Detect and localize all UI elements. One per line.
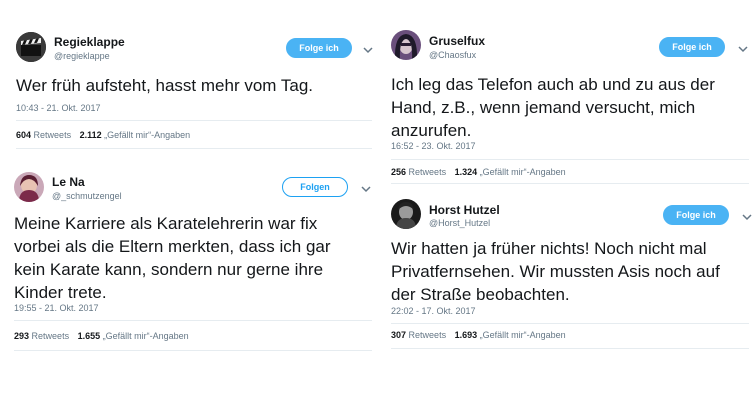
like-count[interactable]: 1.655 <box>78 331 101 341</box>
follow-button[interactable]: Folgen <box>282 177 348 197</box>
display-name[interactable]: Regieklappe <box>54 35 125 49</box>
tweet-text-line: Hand, z.B., wenn jemand versucht, mich <box>391 98 696 117</box>
tweet-text: Ich leg das Telefon auch ab und zu aus d… <box>391 73 715 142</box>
likes-label[interactable]: „Gefällt mir“-Angaben <box>480 167 566 177</box>
divider <box>16 120 372 121</box>
tweet-card-le-na: Le Na @_schmutzengel Folgen Meine Karrie… <box>14 172 374 354</box>
tweet-text-line: kein Karate kann, sondern nur gerne ihre <box>14 260 324 279</box>
tweet-text: Wer früh aufsteht, hasst mehr vom Tag. <box>16 74 313 97</box>
like-count[interactable]: 1.693 <box>455 330 478 340</box>
retweet-count[interactable]: 307 <box>391 330 406 340</box>
chevron-down-icon[interactable] <box>737 43 749 55</box>
tweet-text-line: Kinder trete. <box>14 283 107 302</box>
likes-label[interactable]: „Gefällt mir“-Angaben <box>480 330 566 340</box>
divider <box>391 159 749 160</box>
tweet-text-line: Privatfernsehen. Wir mussten Asis noch a… <box>391 262 720 281</box>
tweet-text: Wir hatten ja früher nichts! Noch nicht … <box>391 237 720 306</box>
divider <box>391 348 749 349</box>
like-count[interactable]: 1.324 <box>455 167 478 177</box>
retweets-label[interactable]: Retweets <box>34 130 72 140</box>
engagement-stats: 307 Retweets 1.693 „Gefällt mir“-Angaben <box>391 330 566 340</box>
avatar[interactable] <box>16 32 46 62</box>
retweets-label[interactable]: Retweets <box>409 167 447 177</box>
user-avatar <box>14 172 44 202</box>
display-name[interactable]: Gruselfux <box>429 34 485 48</box>
tweet-card-horst-hutzel: Horst Hutzel @Horst_Hutzel Folge ich Wir… <box>391 199 753 349</box>
tweet-text-line: vorbei als die Eltern merkten, dass ich … <box>14 237 331 256</box>
display-name[interactable]: Horst Hutzel <box>429 203 500 217</box>
tweet-text-line: Meine Karriere als Karatelehrerin war fi… <box>14 214 318 233</box>
tweet-text-line: anzurufen. <box>391 121 472 140</box>
retweet-count[interactable]: 256 <box>391 167 406 177</box>
engagement-stats: 256 Retweets 1.324 „Gefällt mir“-Angaben <box>391 167 566 177</box>
divider <box>14 350 372 351</box>
avatar[interactable] <box>14 172 44 202</box>
retweet-count[interactable]: 293 <box>14 331 29 341</box>
like-count[interactable]: 2.112 <box>80 130 102 140</box>
timestamp[interactable]: 19:55 - 21. Okt. 2017 <box>14 303 99 313</box>
user-handle[interactable]: @_schmutzengel <box>52 191 122 201</box>
follow-button[interactable]: Folge ich <box>659 37 725 57</box>
follow-button[interactable]: Folge ich <box>286 38 352 58</box>
retweets-label[interactable]: Retweets <box>409 330 447 340</box>
chevron-down-icon[interactable] <box>741 211 753 223</box>
display-name[interactable]: Le Na <box>52 175 85 189</box>
chevron-down-icon[interactable] <box>360 183 372 195</box>
tweet-text: Meine Karriere als Karatelehrerin war fi… <box>14 212 331 304</box>
tweet-text-line: Ich leg das Telefon auch ab und zu aus d… <box>391 75 715 94</box>
retweet-count[interactable]: 604 <box>16 130 31 140</box>
user-handle[interactable]: @Chaosfux <box>429 50 476 60</box>
divider <box>391 183 749 184</box>
engagement-stats: 604 Retweets 2.112 „Gefällt mir“-Angaben <box>16 130 190 140</box>
timestamp[interactable]: 22:02 - 17. Okt. 2017 <box>391 306 476 316</box>
avatar[interactable] <box>391 30 421 60</box>
likes-label[interactable]: „Gefällt mir“-Angaben <box>104 130 190 140</box>
divider <box>391 323 749 324</box>
retweets-label[interactable]: Retweets <box>32 331 70 341</box>
avatar[interactable] <box>391 199 421 229</box>
likes-label[interactable]: „Gefällt mir“-Angaben <box>103 331 189 341</box>
tweet-text-line: der Straße beobachten. <box>391 285 570 304</box>
divider <box>16 148 372 149</box>
user-avatar <box>391 199 421 229</box>
user-handle[interactable]: @Horst_Hutzel <box>429 218 490 228</box>
divider <box>14 320 372 321</box>
tweet-card-regieklappe: Regieklappe @regieklappe Folge ich Wer f… <box>16 32 374 152</box>
engagement-stats: 293 Retweets 1.655 „Gefällt mir“-Angaben <box>14 331 189 341</box>
timestamp[interactable]: 10:43 - 21. Okt. 2017 <box>16 103 101 113</box>
tweet-text-line: Wer früh aufsteht, hasst mehr vom Tag. <box>16 76 314 95</box>
timestamp[interactable]: 16:52 - 23. Okt. 2017 <box>391 141 476 151</box>
tweet-card-gruselfux: Gruselfux @Chaosfux Folge ich Ich leg da… <box>391 30 751 184</box>
user-avatar <box>391 30 421 60</box>
follow-button[interactable]: Folge ich <box>663 205 729 225</box>
clapperboard-avatar <box>16 32 46 62</box>
user-handle[interactable]: @regieklappe <box>54 51 110 61</box>
chevron-down-icon[interactable] <box>362 44 374 56</box>
tweet-text-line: Wir hatten ja früher nichts! Noch nicht … <box>391 239 707 258</box>
